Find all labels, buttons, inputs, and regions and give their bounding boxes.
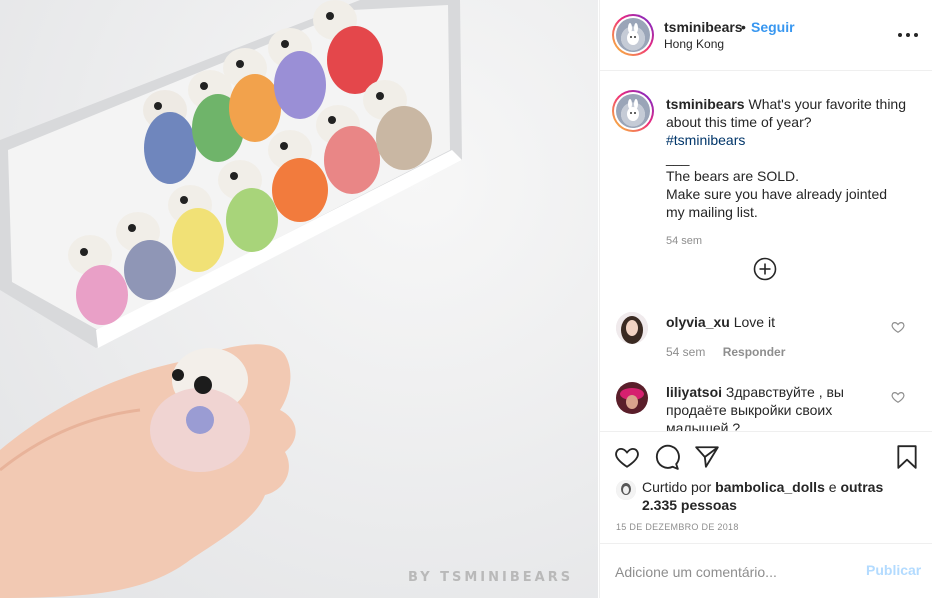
likes-summary: Curtido por bambolica_dolls e outras 2.3…: [616, 478, 916, 514]
comment-icon[interactable]: [654, 444, 680, 470]
comment-body: liliyatsoi Здравствуйте , вы продаёте вы…: [666, 383, 886, 431]
likes-prefix: Curtido por: [642, 479, 712, 495]
comment-username[interactable]: liliyatsoi: [666, 384, 722, 400]
comment-text: Love it: [733, 314, 775, 330]
add-comment-bar: Publicar: [600, 543, 932, 598]
likes-conjunction: e: [828, 479, 837, 495]
comment-username[interactable]: olyvia_xu: [666, 314, 730, 330]
liker-username[interactable]: bambolica_dolls: [715, 479, 825, 495]
comment-timestamp[interactable]: 54 sem: [666, 345, 705, 359]
caption-line-1: The bears are SOLD.: [666, 168, 800, 184]
commenter-avatar[interactable]: [616, 382, 648, 414]
liker-avatar[interactable]: [616, 480, 636, 500]
comment-body: olyvia_xu Love it: [666, 313, 886, 331]
comment-like-heart-icon[interactable]: [891, 320, 905, 334]
post-side-panel: tsminibears • Seguir Hong Kong tsminibea…: [599, 0, 932, 598]
publish-button[interactable]: Publicar: [866, 562, 921, 578]
follow-button[interactable]: Seguir: [751, 19, 795, 35]
author-avatar[interactable]: [612, 14, 654, 56]
bunny-avatar-icon: [627, 23, 639, 45]
share-icon[interactable]: [694, 444, 720, 470]
post-caption: tsminibears What's your favorite thing a…: [666, 95, 916, 221]
person-avatar-icon: [616, 312, 648, 344]
post-location[interactable]: Hong Kong: [664, 37, 724, 51]
post-photo[interactable]: BY TSMINIBEARS: [0, 0, 598, 598]
bunny-avatar-icon: [627, 99, 639, 121]
caption-username[interactable]: tsminibears: [666, 96, 745, 112]
caption-line-2: Make sure you have already jointed: [666, 186, 888, 202]
bookmark-icon[interactable]: [894, 444, 920, 470]
reply-button[interactable]: Responder: [723, 345, 786, 359]
caption-hashtag[interactable]: #tsminibears: [666, 131, 916, 149]
author-username[interactable]: tsminibears: [664, 19, 743, 35]
bears-photo-illustration: [0, 0, 598, 598]
post-actions: Curtido por bambolica_dolls e outras 2.3…: [600, 431, 932, 543]
caption-divider: ___: [666, 150, 690, 166]
comment-like-heart-icon[interactable]: [891, 390, 905, 404]
caption-line-3: my mailing list.: [666, 204, 758, 220]
comment-meta: 54 sem Responder: [666, 345, 785, 359]
caption-author-avatar[interactable]: [612, 90, 654, 132]
caption-timestamp[interactable]: 54 sem: [666, 235, 702, 247]
comments-list[interactable]: tsminibears What's your favorite thing a…: [600, 72, 932, 431]
commenter-avatar[interactable]: [616, 312, 648, 344]
post-header: tsminibears • Seguir Hong Kong: [600, 0, 932, 71]
post-date[interactable]: 15 DE DEZEMBRO DE 2018: [616, 522, 739, 532]
more-options-icon[interactable]: [896, 26, 920, 44]
plus-circle-icon[interactable]: [753, 257, 777, 281]
comment-input[interactable]: [615, 562, 855, 582]
header-separator: •: [741, 19, 746, 35]
watermark-text: BY TSMINIBEARS: [408, 570, 574, 585]
doll-avatar-icon: [616, 480, 636, 500]
person-avatar-icon: [616, 382, 648, 414]
heart-icon[interactable]: [614, 444, 640, 470]
